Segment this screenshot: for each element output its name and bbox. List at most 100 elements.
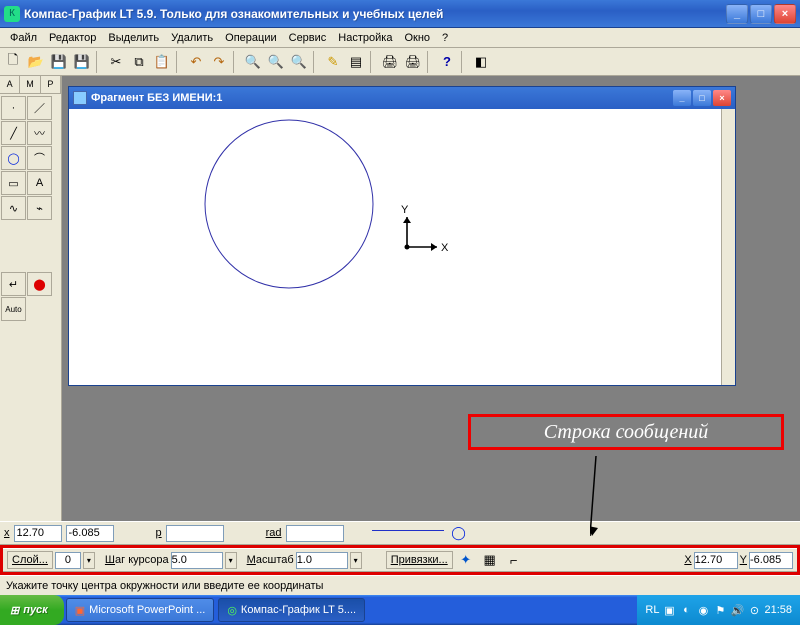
tray-icon-3[interactable]: ◉ bbox=[696, 603, 710, 617]
line-icon[interactable]: ／ bbox=[27, 96, 52, 120]
paste-icon[interactable]: 📋 bbox=[151, 51, 173, 73]
title-bar: К Компас-График LT 5.9. Только для ознак… bbox=[0, 0, 800, 28]
tray-icon-1[interactable]: ▣ bbox=[662, 603, 676, 617]
clock[interactable]: 21:58 bbox=[764, 604, 792, 616]
redo-icon[interactable]: ↷ bbox=[208, 51, 230, 73]
ortho-icon[interactable]: ⌐ bbox=[503, 549, 525, 571]
line2-icon[interactable]: ╱ bbox=[1, 121, 26, 145]
task-powerpoint[interactable]: ▣ Microsoft PowerPoint ... bbox=[66, 598, 215, 622]
linestyle-preview[interactable] bbox=[372, 530, 444, 536]
circle-shape bbox=[205, 120, 373, 288]
menu-delete[interactable]: Удалить bbox=[165, 30, 219, 46]
menu-help[interactable]: ? bbox=[436, 30, 454, 46]
cut-icon[interactable]: ✂ bbox=[105, 51, 127, 73]
doc-minimize-button[interactable]: _ bbox=[673, 90, 691, 106]
circle-icon[interactable]: ◯ bbox=[1, 146, 26, 170]
layer-button[interactable]: Слой... bbox=[7, 551, 53, 569]
task-kompas[interactable]: ◎ Компас-График LT 5.... bbox=[218, 598, 365, 622]
open-icon[interactable]: 📂 bbox=[25, 51, 47, 73]
doc-close-button[interactable]: × bbox=[713, 90, 731, 106]
x-label: x bbox=[4, 527, 10, 539]
scale-dropdown-icon[interactable]: ▾ bbox=[350, 552, 362, 569]
tray-icon-5[interactable]: 🔊 bbox=[730, 603, 744, 617]
layers-icon[interactable]: ▤ bbox=[345, 51, 367, 73]
p-input[interactable] bbox=[166, 525, 224, 542]
doc-maximize-button[interactable]: □ bbox=[693, 90, 711, 106]
curve-icon[interactable]: 〰 bbox=[27, 121, 52, 145]
kompas-icon: ◎ bbox=[227, 604, 237, 617]
drawing-canvas[interactable]: X Y bbox=[69, 109, 721, 385]
new-icon[interactable]: 🗋 bbox=[2, 51, 24, 73]
svg-text:X: X bbox=[441, 242, 449, 254]
snap-toggle-icon[interactable]: ✦ bbox=[455, 549, 477, 571]
document-title: Фрагмент БЕЗ ИМЕНИ:1 bbox=[91, 92, 673, 104]
circle-style-icon[interactable]: ◯ bbox=[448, 522, 470, 544]
snap-button[interactable]: Привязки... bbox=[386, 551, 453, 569]
point-icon[interactable]: · bbox=[1, 96, 26, 120]
maximize-button[interactable]: □ bbox=[750, 4, 772, 24]
document-titlebar[interactable]: Фрагмент БЕЗ ИМЕНИ:1 _ □ × bbox=[69, 87, 735, 109]
zoom-in-icon[interactable]: 🔍 bbox=[242, 51, 264, 73]
text-icon[interactable]: A bbox=[27, 171, 52, 195]
status-bar: Укажите точку центра окружности или введ… bbox=[0, 575, 800, 595]
undo-icon[interactable]: ↶ bbox=[185, 51, 207, 73]
vertical-scrollbar[interactable] bbox=[721, 109, 735, 385]
save-all-icon[interactable]: 💾 bbox=[71, 51, 93, 73]
grid-icon[interactable]: ▦ bbox=[479, 549, 501, 571]
zoom-out-icon[interactable]: 🔍 bbox=[288, 51, 310, 73]
readout-x[interactable] bbox=[694, 552, 738, 569]
step-input[interactable] bbox=[171, 552, 223, 569]
stop-icon[interactable]: ⬤ bbox=[27, 272, 52, 296]
help-icon[interactable]: ? bbox=[436, 51, 458, 73]
callout-label: Строка сообщений bbox=[468, 414, 784, 450]
bottom-bars-group: Слой... ▾ Шаг курсора ▾ Масштаб ▾ Привяз… bbox=[0, 545, 800, 575]
y-input[interactable] bbox=[66, 525, 114, 542]
menu-select[interactable]: Выделить bbox=[102, 30, 165, 46]
rect-icon[interactable]: ▭ bbox=[1, 171, 26, 195]
tab-a[interactable]: A bbox=[0, 76, 20, 93]
tray-icon-6[interactable]: ⊙ bbox=[747, 603, 761, 617]
polyline-icon[interactable]: ⌁ bbox=[27, 196, 52, 220]
menu-settings[interactable]: Настройка bbox=[332, 30, 398, 46]
redraw-icon[interactable]: ✎ bbox=[322, 51, 344, 73]
language-indicator[interactable]: RL bbox=[645, 604, 659, 616]
menu-window[interactable]: Окно bbox=[398, 30, 436, 46]
close-button[interactable]: × bbox=[774, 4, 796, 24]
readout-y[interactable] bbox=[749, 552, 793, 569]
readout-x-label: X bbox=[684, 554, 691, 566]
svg-text:Y: Y bbox=[401, 204, 409, 216]
control-bar: Слой... ▾ Шаг курсора ▾ Масштаб ▾ Привяз… bbox=[3, 548, 797, 572]
enter-icon[interactable]: ↵ bbox=[1, 272, 26, 296]
rad-input[interactable] bbox=[286, 525, 344, 542]
copy-icon[interactable]: ⧉ bbox=[128, 51, 150, 73]
save-icon[interactable]: 💾 bbox=[48, 51, 70, 73]
print-preview-icon[interactable]: 🖨 bbox=[379, 51, 401, 73]
layer-select[interactable] bbox=[55, 552, 81, 569]
minimize-button[interactable]: _ bbox=[726, 4, 748, 24]
window-title: Компас-График LT 5.9. Только для ознаком… bbox=[24, 7, 726, 21]
zoom-extents-icon[interactable]: 🔍 bbox=[265, 51, 287, 73]
tray-icon-4[interactable]: ⚑ bbox=[713, 603, 727, 617]
tray-icon-2[interactable]: ◐ bbox=[679, 603, 693, 617]
x-input[interactable] bbox=[14, 525, 62, 542]
print-icon[interactable]: 🖨 bbox=[402, 51, 424, 73]
layer-dropdown-icon[interactable]: ▾ bbox=[83, 552, 95, 569]
rad-label: rad bbox=[266, 527, 282, 539]
auto-icon[interactable]: Auto bbox=[1, 297, 26, 321]
scale-input[interactable] bbox=[296, 552, 348, 569]
exit-icon[interactable]: ◧ bbox=[470, 51, 492, 73]
menu-file[interactable]: Файл bbox=[4, 30, 43, 46]
main-toolbar: 🗋 📂 💾 💾 ✂ ⧉ 📋 ↶ ↷ 🔍 🔍 🔍 ✎ ▤ 🖨 🖨 ? ◧ bbox=[0, 48, 800, 76]
spline-icon[interactable]: ∿ bbox=[1, 196, 26, 220]
menu-operations[interactable]: Операции bbox=[219, 30, 282, 46]
left-tool-panel: A M P · ／ ╱ 〰 ◯ ⌒ ▭ A ∿ ⌁ ↵ ⬤ Auto bbox=[0, 76, 62, 521]
arc-icon[interactable]: ⌒ bbox=[27, 146, 52, 170]
menu-edit[interactable]: Редактор bbox=[43, 30, 102, 46]
property-bar: x p rad ◯ bbox=[0, 521, 800, 545]
step-dropdown-icon[interactable]: ▾ bbox=[225, 552, 237, 569]
tab-m[interactable]: M bbox=[20, 76, 40, 93]
powerpoint-icon: ▣ bbox=[75, 604, 85, 617]
menu-service[interactable]: Сервис bbox=[283, 30, 333, 46]
app-icon: К bbox=[4, 6, 20, 22]
tab-p[interactable]: P bbox=[41, 76, 61, 93]
